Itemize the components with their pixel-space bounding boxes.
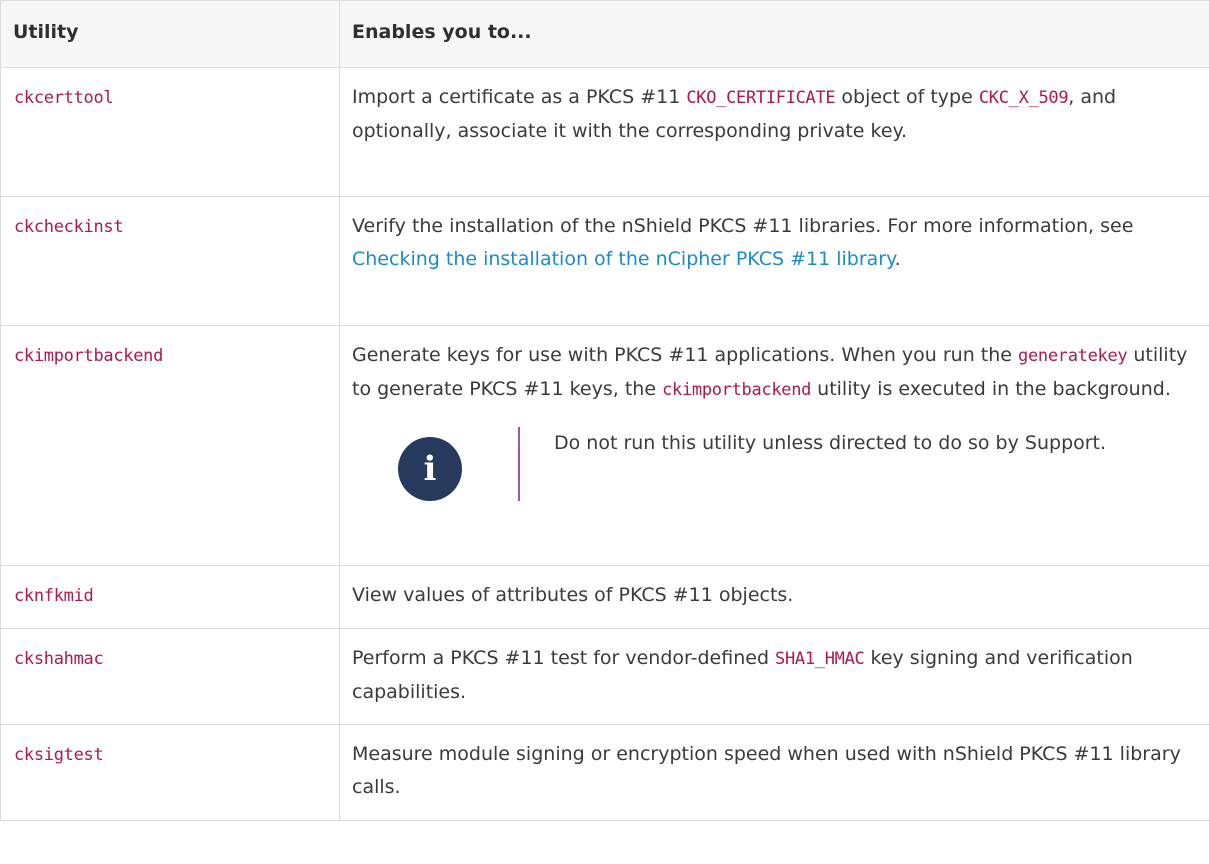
utility-name: cksigtest: [14, 745, 104, 765]
utility-cell: ckcerttool: [0, 67, 340, 197]
column-header-enables: Enables you to...: [339, 0, 1209, 68]
utility-name: ckcerttool: [14, 88, 114, 108]
table-row: cknfkmid View values of attributes of PK…: [0, 565, 1209, 629]
description-cell: Import a certificate as a PKCS #11 CKO_C…: [339, 67, 1209, 197]
utility-cell: ckimportbackend: [0, 325, 340, 566]
note-divider: [518, 427, 520, 501]
info-icon: i: [398, 437, 462, 501]
table-row: ckshahmac Perform a PKCS #11 test for ve…: [0, 628, 1209, 725]
note-text: Do not run this utility unless directed …: [554, 432, 1107, 454]
table-header-row: Utility Enables you to...: [0, 0, 1209, 68]
utility-name: ckshahmac: [14, 649, 104, 669]
utility-cell: cksigtest: [0, 724, 340, 821]
description-cell: Measure module signing or encryption spe…: [339, 724, 1209, 821]
utility-cell: ckcheckinst: [0, 196, 340, 326]
table-row: cksigtest Measure module signing or encr…: [0, 724, 1209, 821]
utility-name: ckcheckinst: [14, 217, 124, 237]
inline-code: CKC_X_509: [978, 88, 1069, 108]
description-cell: View values of attributes of PKCS #11 ob…: [339, 565, 1209, 629]
column-header-utility: Utility: [0, 0, 340, 68]
inline-code: SHA1_HMAC: [775, 649, 865, 669]
inline-code: CKO_CERTIFICATE: [686, 88, 836, 108]
inline-code: generatekey: [1018, 346, 1128, 366]
utility-name: cknfkmid: [14, 586, 94, 606]
utility-name: ckimportbackend: [14, 346, 164, 366]
utility-cell: cknfkmid: [0, 565, 340, 629]
utility-cell: ckshahmac: [0, 628, 340, 725]
installation-check-link[interactable]: Checking the installation of the nCipher…: [352, 248, 895, 270]
description-cell: Generate keys for use with PKCS #11 appl…: [339, 325, 1209, 566]
utilities-table: Utility Enables you to... ckcerttool Imp…: [0, 0, 1209, 821]
description-cell: Verify the installation of the nShield P…: [339, 196, 1209, 326]
description-cell: Perform a PKCS #11 test for vendor-defin…: [339, 628, 1209, 725]
note-admonition: i Do not run this utility unless directe…: [398, 427, 1197, 501]
table-row: ckimportbackend Generate keys for use wi…: [0, 325, 1209, 566]
inline-code: ckimportbackend: [662, 380, 812, 400]
table-row: ckcheckinst Verify the installation of t…: [0, 196, 1209, 326]
table-row: ckcerttool Import a certificate as a PKC…: [0, 67, 1209, 197]
